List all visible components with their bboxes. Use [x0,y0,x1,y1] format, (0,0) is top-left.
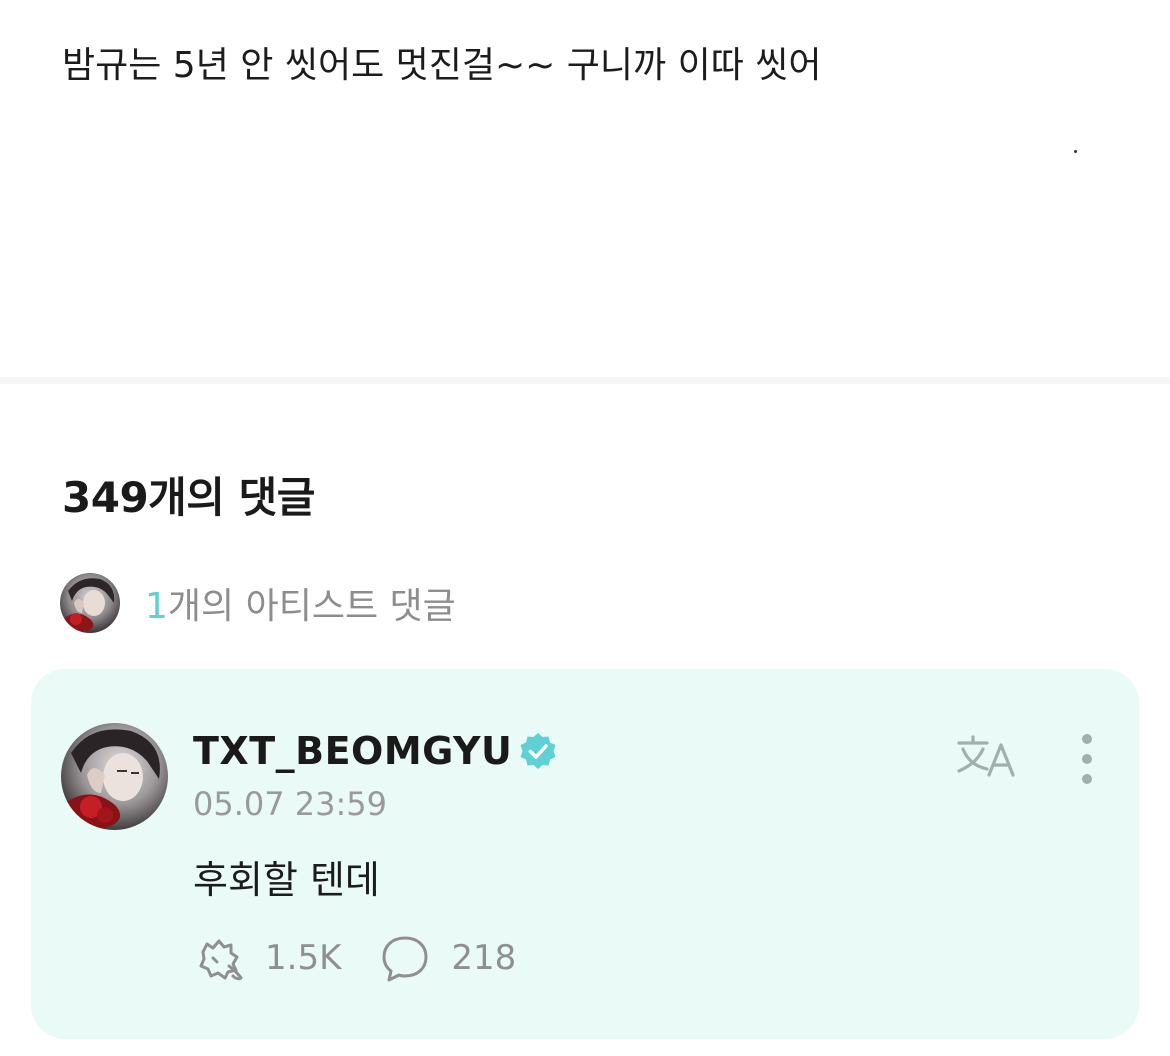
more-options-button[interactable] [1067,731,1107,787]
artist-comments-text: 개의 아티스트 댓글 [167,586,456,627]
avatar[interactable] [61,723,168,830]
reply-button[interactable]: 218 [379,932,516,984]
author-row: TXT_BEOMGYU [193,727,558,775]
comment-actions: 1.5K 218 [193,931,554,985]
artist-avatar-small [60,573,120,633]
comment-card[interactable]: TXT_BEOMGYU 05.07 23:59 후회할 텐데 1.5K 218 [31,669,1139,1039]
verified-badge-icon [520,733,556,769]
author-name[interactable]: TXT_BEOMGYU [193,729,512,773]
section-divider [0,377,1170,384]
more-vertical-icon [1082,734,1092,784]
post-text: 밤규는 5년 안 씻어도 멋진걸~~ 구니까 이따 씻어 [62,45,822,86]
comment-timestamp: 05.07 23:59 [193,785,387,823]
reply-count: 218 [451,938,517,978]
artist-comments-label: 1개의 아티스트 댓글 [145,577,456,629]
like-icon [199,939,243,981]
comment-body: 후회할 텐데 [193,858,380,902]
like-button[interactable]: 1.5K [193,932,341,984]
artist-comments-count: 1 [145,586,168,627]
comments-title: 349개의 댓글 [62,473,315,522]
artist-comments-row[interactable]: 1개의 아티스트 댓글 [60,572,456,634]
like-count: 1.5K [265,938,342,978]
translate-icon [957,735,1015,777]
stray-dot [1074,150,1077,153]
translate-button[interactable] [953,731,1023,785]
reply-bubble-icon [382,936,428,982]
